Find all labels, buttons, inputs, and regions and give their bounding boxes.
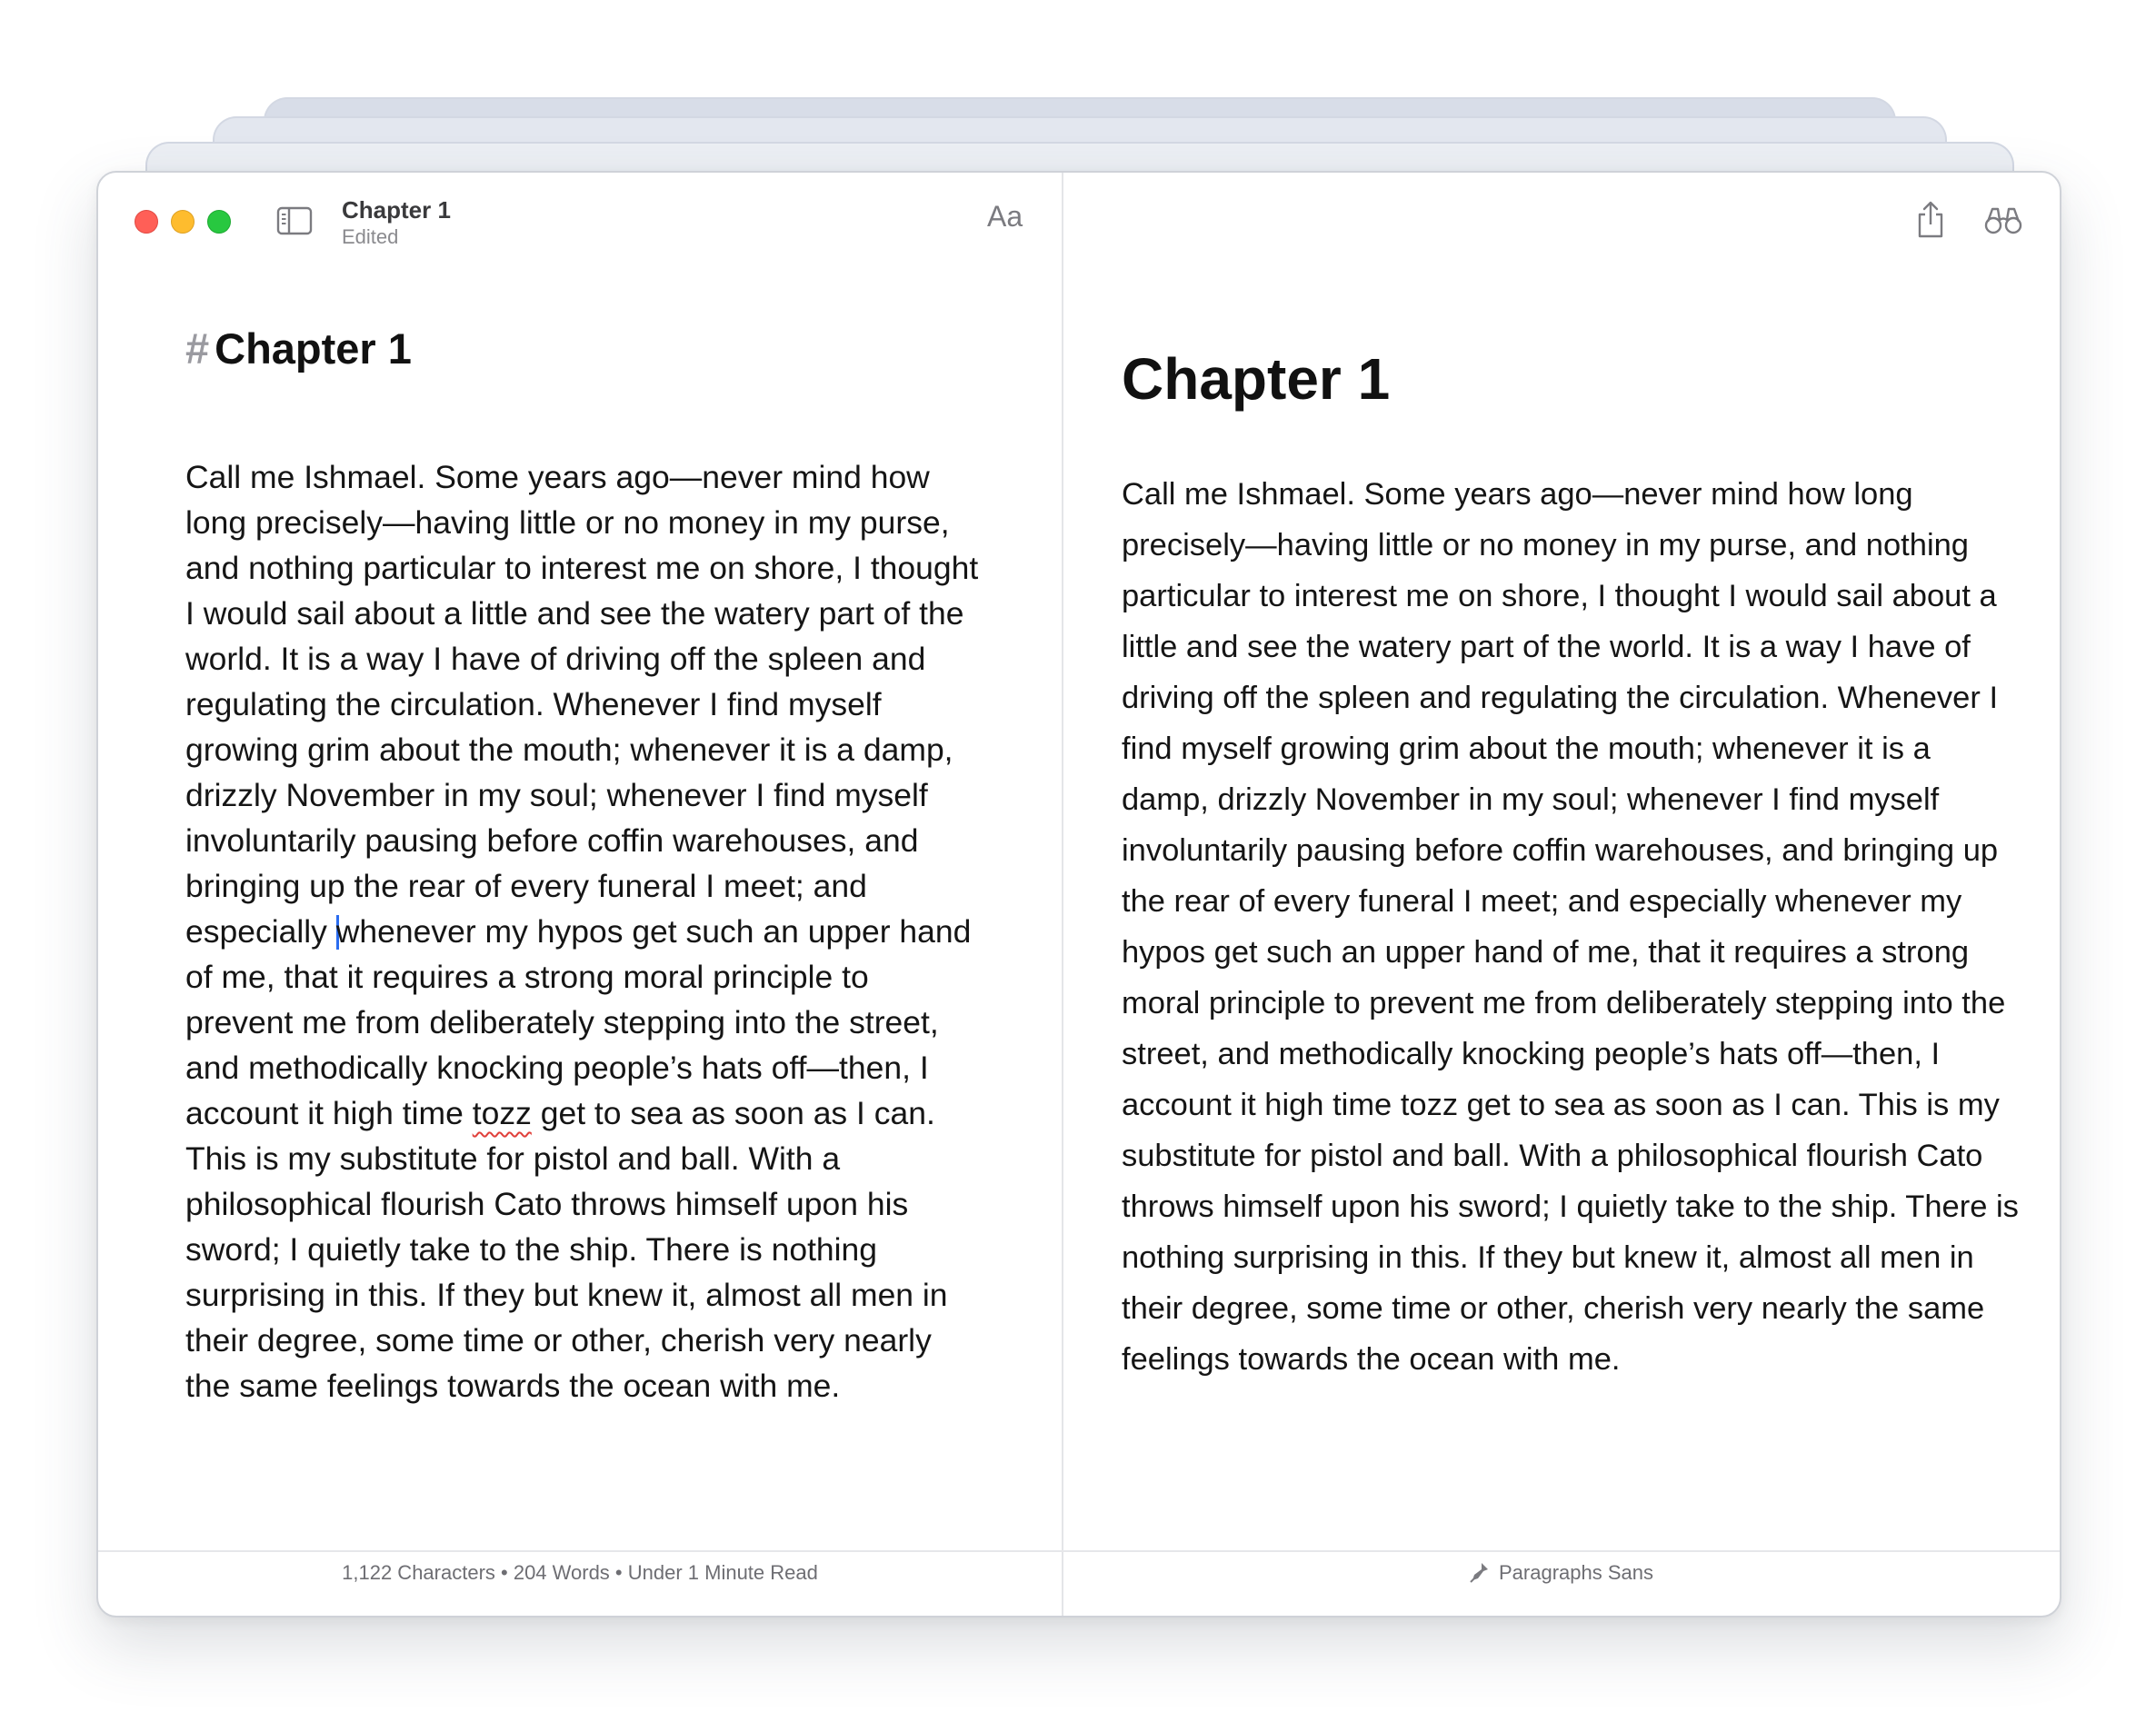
document-title[interactable]: Chapter 1	[342, 196, 451, 224]
binoculars-icon[interactable]	[1983, 204, 2023, 236]
zoom-window-button[interactable]	[207, 210, 231, 234]
footer-separator	[98, 1550, 2060, 1552]
editor-text-part3: get to sea as soon as I can. This is my …	[185, 1095, 948, 1404]
sidebar-icon[interactable]	[276, 205, 313, 236]
preview-heading: Chapter 1	[1122, 346, 1391, 412]
minimize-window-button[interactable]	[171, 210, 195, 234]
pen-nib-icon	[1470, 1563, 1488, 1583]
editor-text-area[interactable]: Call me Ishmael. Some years ago—never mi…	[185, 454, 982, 1408]
preview-body: Call me Ishmael. Some years ago—never mi…	[1122, 477, 2019, 1377]
pane-divider[interactable]	[1062, 173, 1063, 1616]
misspelled-word[interactable]: tozz	[473, 1095, 532, 1131]
app-window: Chapter 1 Edited Aa # Chapter 1 Call me I…	[96, 171, 2061, 1617]
close-window-button[interactable]	[135, 210, 158, 234]
document-status: Edited	[342, 225, 399, 248]
editor-text-part1: Call me Ishmael. Some years ago—never mi…	[185, 459, 979, 950]
font-indicator[interactable]: Paragraphs Sans	[1063, 1561, 2060, 1585]
editor-heading-text: Chapter 1	[215, 324, 412, 373]
font-settings-button[interactable]: Aa	[987, 200, 1023, 234]
font-name-label: Paragraphs Sans	[1499, 1561, 1653, 1584]
heading-marker: #	[185, 324, 210, 373]
editor-heading[interactable]: # Chapter 1	[185, 323, 412, 373]
document-stats[interactable]: 1,122 Characters • 204 Words • Under 1 M…	[98, 1561, 1062, 1585]
share-icon[interactable]	[1914, 200, 1947, 240]
